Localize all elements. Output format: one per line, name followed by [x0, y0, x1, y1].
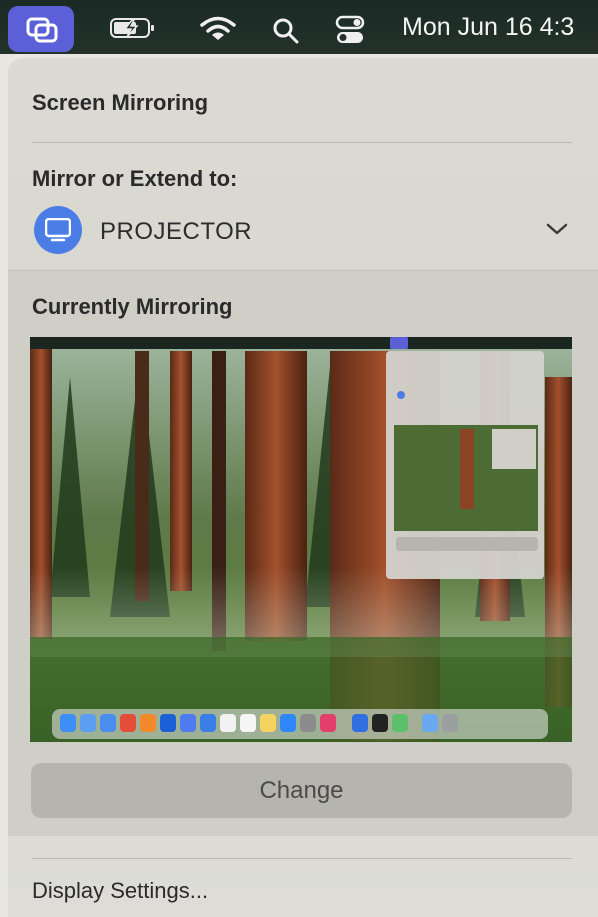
chevron-down-icon[interactable]	[546, 222, 568, 236]
screen-mirroring-icon	[26, 17, 58, 43]
display-settings-link[interactable]: Display Settings...	[32, 878, 208, 904]
mirror-extend-label: Mirror or Extend to:	[32, 166, 238, 191]
change-button[interactable]: Change	[31, 763, 572, 818]
device-row-projector[interactable]: PROJECTOR	[8, 200, 598, 262]
divider	[32, 858, 572, 859]
divider	[32, 142, 572, 143]
mirroring-preview	[30, 337, 572, 742]
display-icon	[45, 218, 71, 242]
device-name: PROJECTOR	[100, 218, 253, 245]
panel-title: Screen Mirroring	[32, 90, 209, 115]
screen-mirroring-menu-button[interactable]	[8, 6, 74, 52]
menu-bar-clock[interactable]: Mon Jun 16 4:3	[402, 13, 574, 42]
menu-bar: Mon Jun 16 4:3	[0, 0, 598, 54]
control-center-icon[interactable]	[335, 14, 365, 46]
search-icon[interactable]	[272, 17, 300, 45]
currently-mirroring-label: Currently Mirroring	[32, 294, 233, 319]
battery-charging-icon[interactable]	[110, 17, 158, 39]
forest-wallpaper-image	[30, 337, 572, 742]
wifi-icon[interactable]	[200, 16, 236, 42]
display-icon-badge	[34, 206, 82, 254]
